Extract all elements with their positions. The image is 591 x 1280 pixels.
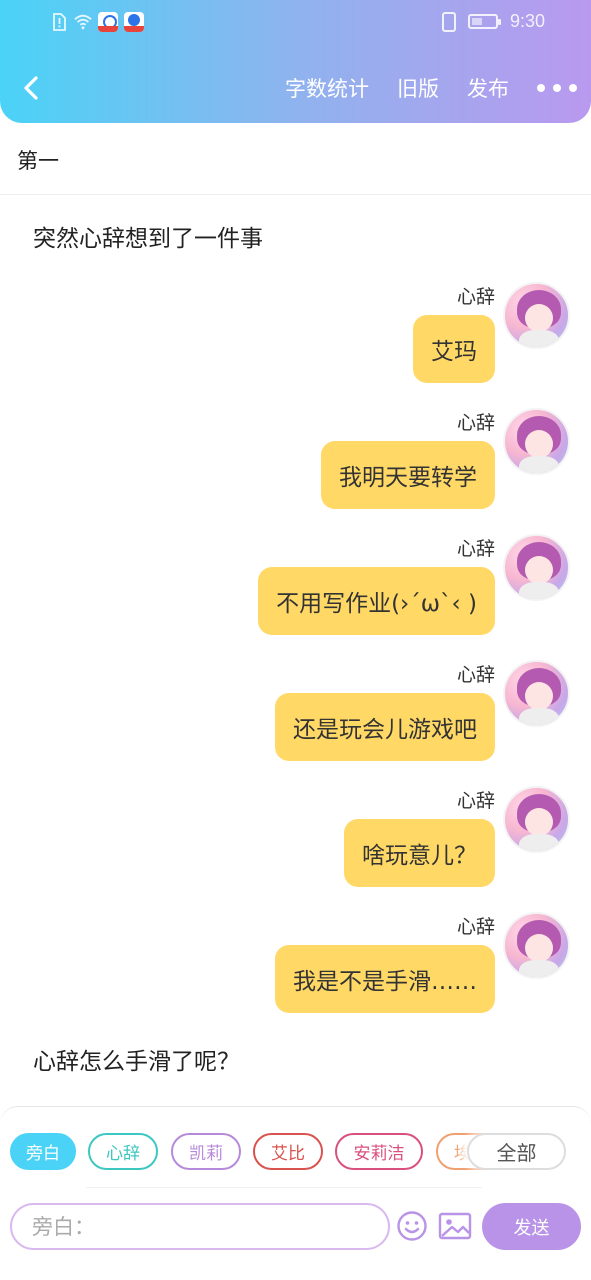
composer-panel: 旁白 心辞 凯莉 艾比 安莉洁 埃 全部 发送	[0, 1106, 591, 1280]
old-version-button[interactable]: 旧版	[397, 73, 439, 103]
app-header: 9:30 字数统计 旧版 发布	[0, 0, 591, 123]
narration-line[interactable]: 突然心辞想到了一件事	[33, 219, 263, 253]
narration-line[interactable]: 心辞怎么手滑了呢？	[33, 1042, 240, 1076]
message-bubble[interactable]: 不用写作业(›´ω`‹ )	[258, 567, 495, 635]
header-actions: 字数统计 旧版 发布	[285, 70, 577, 106]
smiley-icon[interactable]	[396, 1210, 428, 1242]
send-button[interactable]: 发送	[482, 1203, 581, 1250]
message-bubble[interactable]: 我是不是手滑……	[275, 945, 495, 1013]
app-notification-icon	[124, 12, 144, 32]
role-chip-kaili[interactable]: 凯莉	[171, 1133, 241, 1170]
avatar[interactable]	[503, 408, 570, 475]
status-time: 9:30	[509, 11, 545, 31]
chat-message[interactable]: 心辞 我明天要转学	[0, 408, 591, 528]
role-chip-xinci[interactable]: 心辞	[88, 1133, 158, 1170]
message-bubble[interactable]: 啥玩意儿？	[344, 819, 495, 887]
avatar[interactable]	[503, 786, 570, 853]
message-bubble[interactable]: 艾玛	[413, 315, 495, 383]
chat-message[interactable]: 心辞 还是玩会儿游戏吧	[0, 660, 591, 780]
chat-message[interactable]: 心辞 啥玩意儿？	[0, 786, 591, 906]
speaker-name: 心辞	[456, 286, 495, 308]
status-bar: 9:30	[0, 0, 591, 46]
avatar[interactable]	[503, 912, 570, 979]
app-notification-icon	[98, 12, 118, 32]
speaker-name: 心辞	[456, 664, 495, 686]
back-button[interactable]	[16, 70, 46, 106]
divider	[86, 1187, 482, 1188]
status-right: 9:30	[441, 11, 545, 32]
speaker-name: 心辞	[456, 412, 495, 434]
speaker-name: 心辞	[456, 790, 495, 812]
publish-button[interactable]: 发布	[467, 73, 509, 103]
speaker-name: 心辞	[456, 916, 495, 938]
status-left	[50, 12, 144, 32]
chat-message[interactable]: 心辞 艾玛	[0, 282, 591, 402]
avatar[interactable]	[503, 660, 570, 727]
chapter-title-row: 第一	[0, 123, 591, 195]
message-input[interactable]	[10, 1203, 390, 1250]
chevron-left-icon	[24, 76, 38, 100]
vibrate-icon	[441, 11, 456, 32]
image-icon[interactable]	[438, 1210, 472, 1242]
chat-message[interactable]: 心辞 不用写作业(›´ω`‹ )	[0, 534, 591, 654]
role-chip-anlijie[interactable]: 安莉洁	[335, 1133, 423, 1170]
word-count-button[interactable]: 字数统计	[285, 73, 369, 103]
all-roles-button[interactable]: 全部	[467, 1133, 566, 1170]
sim-alert-icon	[53, 13, 66, 31]
wifi-icon	[74, 14, 92, 30]
role-chip-narrator[interactable]: 旁白	[10, 1133, 76, 1170]
chat-message[interactable]: 心辞 我是不是手滑……	[0, 912, 591, 1032]
avatar[interactable]	[503, 282, 570, 349]
battery-icon	[467, 14, 501, 29]
role-chip-aibi[interactable]: 艾比	[253, 1133, 323, 1170]
message-bubble[interactable]: 还是玩会儿游戏吧	[275, 693, 495, 761]
message-bubble[interactable]: 我明天要转学	[321, 441, 495, 509]
speaker-name: 心辞	[456, 538, 495, 560]
more-dots-icon[interactable]	[537, 84, 577, 92]
chapter-title[interactable]: 第一	[17, 145, 59, 175]
avatar[interactable]	[503, 534, 570, 601]
